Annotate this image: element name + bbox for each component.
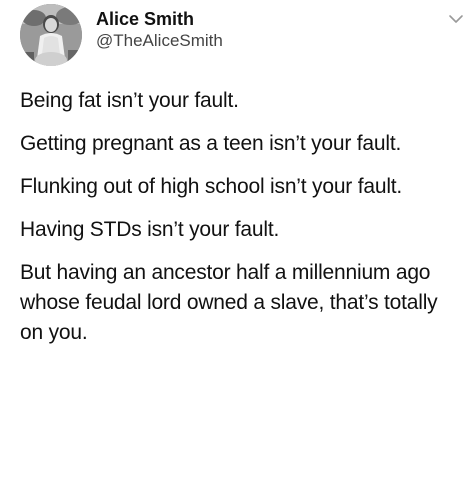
tweet-paragraph: Being fat isn’t your fault. [20,89,239,112]
portrait-photo-avatar-icon [20,4,82,66]
tweet-header: Alice Smith @TheAliceSmith [20,4,463,68]
author-name[interactable]: Alice Smith [96,9,194,30]
tweet-text: Being fat isn’t your fault. Getting preg… [20,86,460,361]
tweet-card: Alice Smith @TheAliceSmith Being fat isn… [0,0,475,483]
avatar[interactable] [20,4,82,66]
chevron-down-icon[interactable] [448,12,464,24]
tweet-paragraph: Having STDs isn’t your fault. [20,218,280,241]
tweet-paragraph: Flunking out of high school isn’t your f… [20,175,403,198]
tweet-paragraph: Getting pregnant as a teen isn’t your fa… [20,132,402,155]
tweet-paragraph: But having an ancestor half a millennium… [20,261,438,344]
author-handle[interactable]: @TheAliceSmith [96,31,223,51]
